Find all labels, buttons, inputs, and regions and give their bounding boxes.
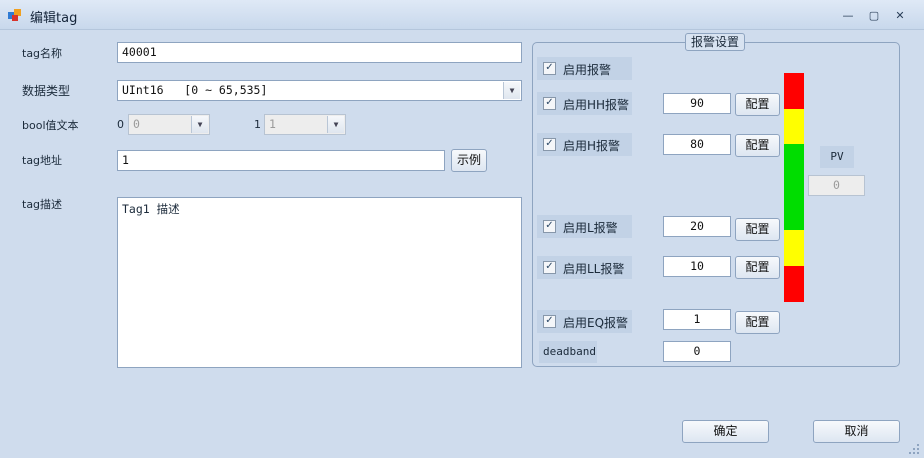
enable-eq-alarm-checkbox[interactable]: ✓ 启用EQ报警 [537, 310, 632, 333]
data-type-value: UInt16 [0 ~ 65,535] [122, 83, 268, 97]
enable-alarm-label: 启用报警 [563, 63, 612, 77]
tag-desc-label: tag描述 [22, 198, 63, 211]
enable-hh-alarm-label: 启用HH报警 [563, 98, 630, 112]
hh-value-input[interactable]: 90 [663, 93, 731, 114]
bool0-value: 0 [133, 117, 140, 131]
alarm-settings-legend: 报警设置 [685, 33, 746, 51]
title-bar [0, 0, 924, 30]
bool-text-label: bool值文本 [22, 119, 79, 132]
bool0-select[interactable]: 0 ▼ [128, 114, 210, 135]
normal-zone-bar [784, 144, 804, 230]
bool1-select[interactable]: 1 ▼ [264, 114, 346, 135]
enable-l-alarm-checkbox[interactable]: ✓ 启用L报警 [537, 215, 632, 238]
hh-config-button[interactable]: 配置 [735, 93, 780, 116]
eq-config-button[interactable]: 配置 [735, 311, 780, 334]
enable-eq-alarm-label: 启用EQ报警 [563, 316, 629, 330]
deadband-input[interactable]: 0 [663, 341, 731, 362]
enable-h-alarm-checkbox[interactable]: ✓ 启用H报警 [537, 133, 632, 156]
l-value-input[interactable]: 20 [663, 216, 731, 237]
check-icon: ✓ [543, 315, 556, 328]
ll-zone-bar [784, 266, 804, 302]
tag-addr-label: tag地址 [22, 154, 63, 167]
bool1-label: 1 [254, 118, 261, 131]
chevron-down-icon[interactable]: ▼ [191, 116, 208, 133]
enable-hh-alarm-checkbox[interactable]: ✓ 启用HH报警 [537, 92, 632, 115]
tag-addr-input[interactable]: 1 [117, 150, 445, 171]
pv-value-input: 0 [808, 175, 865, 196]
deadband-label-box: deadband [539, 341, 597, 363]
check-icon: ✓ [543, 62, 556, 75]
check-icon: ✓ [543, 261, 556, 274]
h-value-input[interactable]: 80 [663, 134, 731, 155]
bool1-value: 1 [269, 117, 276, 131]
close-button[interactable]: ✕ [890, 7, 910, 25]
tag-name-label: tag名称 [22, 47, 63, 60]
ok-button[interactable]: 确定 [682, 420, 769, 443]
chevron-down-icon[interactable]: ▼ [503, 82, 520, 99]
h-config-button[interactable]: 配置 [735, 134, 780, 157]
enable-ll-alarm-checkbox[interactable]: ✓ 启用LL报警 [537, 256, 632, 279]
example-button[interactable]: 示例 [451, 149, 487, 172]
resize-grip-icon[interactable] [908, 443, 920, 455]
ll-value-input[interactable]: 10 [663, 256, 731, 277]
bool0-label: 0 [117, 118, 124, 131]
deadband-label: deadband [543, 345, 596, 358]
chevron-down-icon[interactable]: ▼ [327, 116, 344, 133]
h-zone-bar [784, 109, 804, 144]
restore-button[interactable]: ▢ [864, 7, 884, 25]
ll-config-button[interactable]: 配置 [735, 256, 780, 279]
data-type-label: 数据类型 [22, 84, 71, 98]
pv-label: PV [820, 146, 854, 168]
hh-zone-bar [784, 73, 804, 109]
window-title: 编辑tag [30, 11, 78, 26]
check-icon: ✓ [543, 220, 556, 233]
minimize-button[interactable]: — [838, 7, 858, 25]
cancel-button[interactable]: 取消 [813, 420, 900, 443]
enable-h-alarm-label: 启用H报警 [563, 139, 621, 153]
tag-desc-textarea[interactable]: Tag1 描述 [117, 197, 522, 368]
tag-name-input[interactable]: 40001 [117, 42, 522, 63]
check-icon: ✓ [543, 138, 556, 151]
app-icon [8, 8, 22, 22]
enable-l-alarm-label: 启用L报警 [563, 221, 618, 235]
check-icon: ✓ [543, 97, 556, 110]
enable-alarm-checkbox[interactable]: ✓ 启用报警 [537, 57, 632, 80]
enable-ll-alarm-label: 启用LL报警 [563, 262, 625, 276]
data-type-select[interactable]: UInt16 [0 ~ 65,535] ▼ [117, 80, 522, 101]
l-zone-bar [784, 230, 804, 266]
eq-value-input[interactable]: 1 [663, 309, 731, 330]
l-config-button[interactable]: 配置 [735, 218, 780, 241]
